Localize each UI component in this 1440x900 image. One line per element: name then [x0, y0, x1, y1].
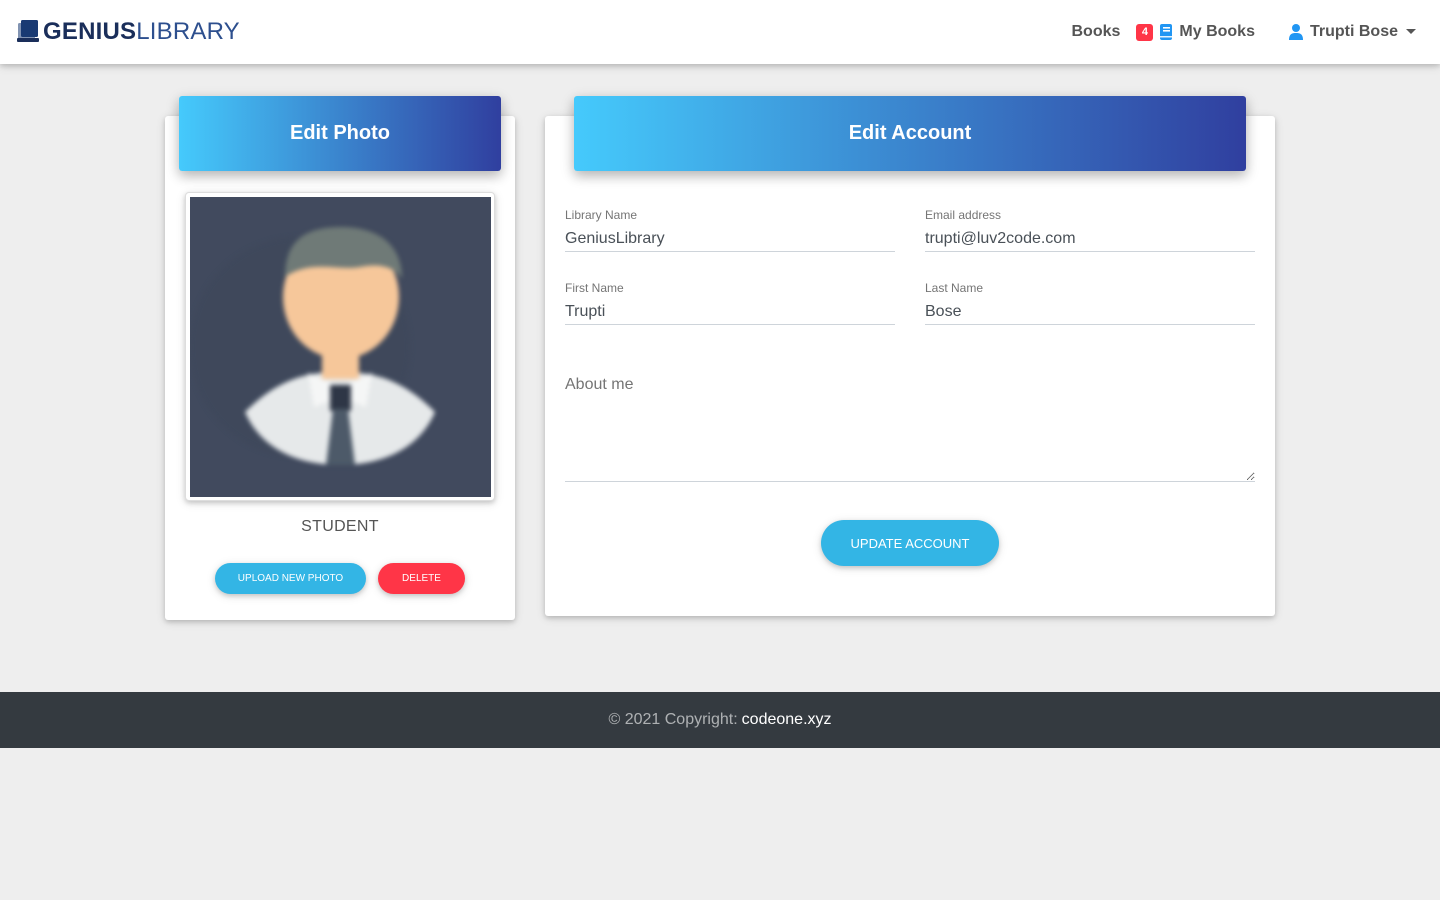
edit-account-title: Edit Account [848, 122, 972, 144]
update-account-button[interactable]: Update Account [821, 520, 999, 566]
user-menu-dropdown[interactable]: Trupti Bose [1288, 23, 1416, 41]
footer-link[interactable]: codeone.xyz [742, 711, 832, 729]
about-me-label: About me [565, 376, 634, 393]
nav-my-books-link[interactable]: 4 My Books [1136, 23, 1255, 41]
brand-logo[interactable]: GENIUSLIBRARY [17, 18, 240, 46]
last-name-label: Last Name [925, 281, 984, 295]
email-input[interactable] [925, 226, 1255, 252]
first-name-field: First Name [565, 281, 895, 325]
page-footer: © 2021 Copyright: codeone.xyz [0, 692, 1440, 748]
my-books-count-badge: 4 [1136, 23, 1154, 41]
edit-photo-title: Edit Photo [290, 122, 390, 144]
library-name-field: Library Name [565, 208, 895, 252]
email-label: Email address [925, 208, 1002, 222]
last-name-field: Last Name [925, 281, 1255, 325]
user-name: Trupti Bose [1309, 23, 1398, 40]
edit-photo-header: Edit Photo [179, 96, 501, 171]
about-me-textarea[interactable] [565, 374, 1255, 482]
nav-right: Books 4 My Books Trupti Bose [1072, 0, 1416, 64]
upload-photo-button[interactable]: Upload New Photo [215, 563, 366, 594]
delete-photo-button[interactable]: Delete [378, 563, 465, 594]
edit-account-header: Edit Account [574, 96, 1246, 171]
user-role-label: STUDENT [301, 518, 379, 535]
user-icon [1288, 24, 1303, 40]
email-field: Email address [925, 208, 1255, 252]
profile-avatar-image [190, 197, 491, 497]
book-stack-icon [17, 19, 39, 45]
library-name-label: Library Name [565, 208, 638, 222]
my-books-label: My Books [1179, 23, 1255, 40]
first-name-label: First Name [565, 281, 624, 295]
footer-copyright-text: © 2021 Copyright: [608, 711, 738, 728]
book-icon [1159, 24, 1173, 40]
first-name-input[interactable] [565, 299, 895, 325]
nav-books-link[interactable]: Books [1072, 23, 1121, 41]
chevron-down-icon [1406, 28, 1416, 34]
brand-name: GENIUSLIBRARY [43, 18, 240, 45]
about-me-field: About me [565, 374, 1255, 482]
avatar-frame [185, 192, 495, 501]
top-navbar: GENIUSLIBRARY Books 4 My Books Trupti Bo… [0, 0, 1440, 64]
last-name-input[interactable] [925, 299, 1255, 325]
library-name-input[interactable] [565, 226, 895, 252]
